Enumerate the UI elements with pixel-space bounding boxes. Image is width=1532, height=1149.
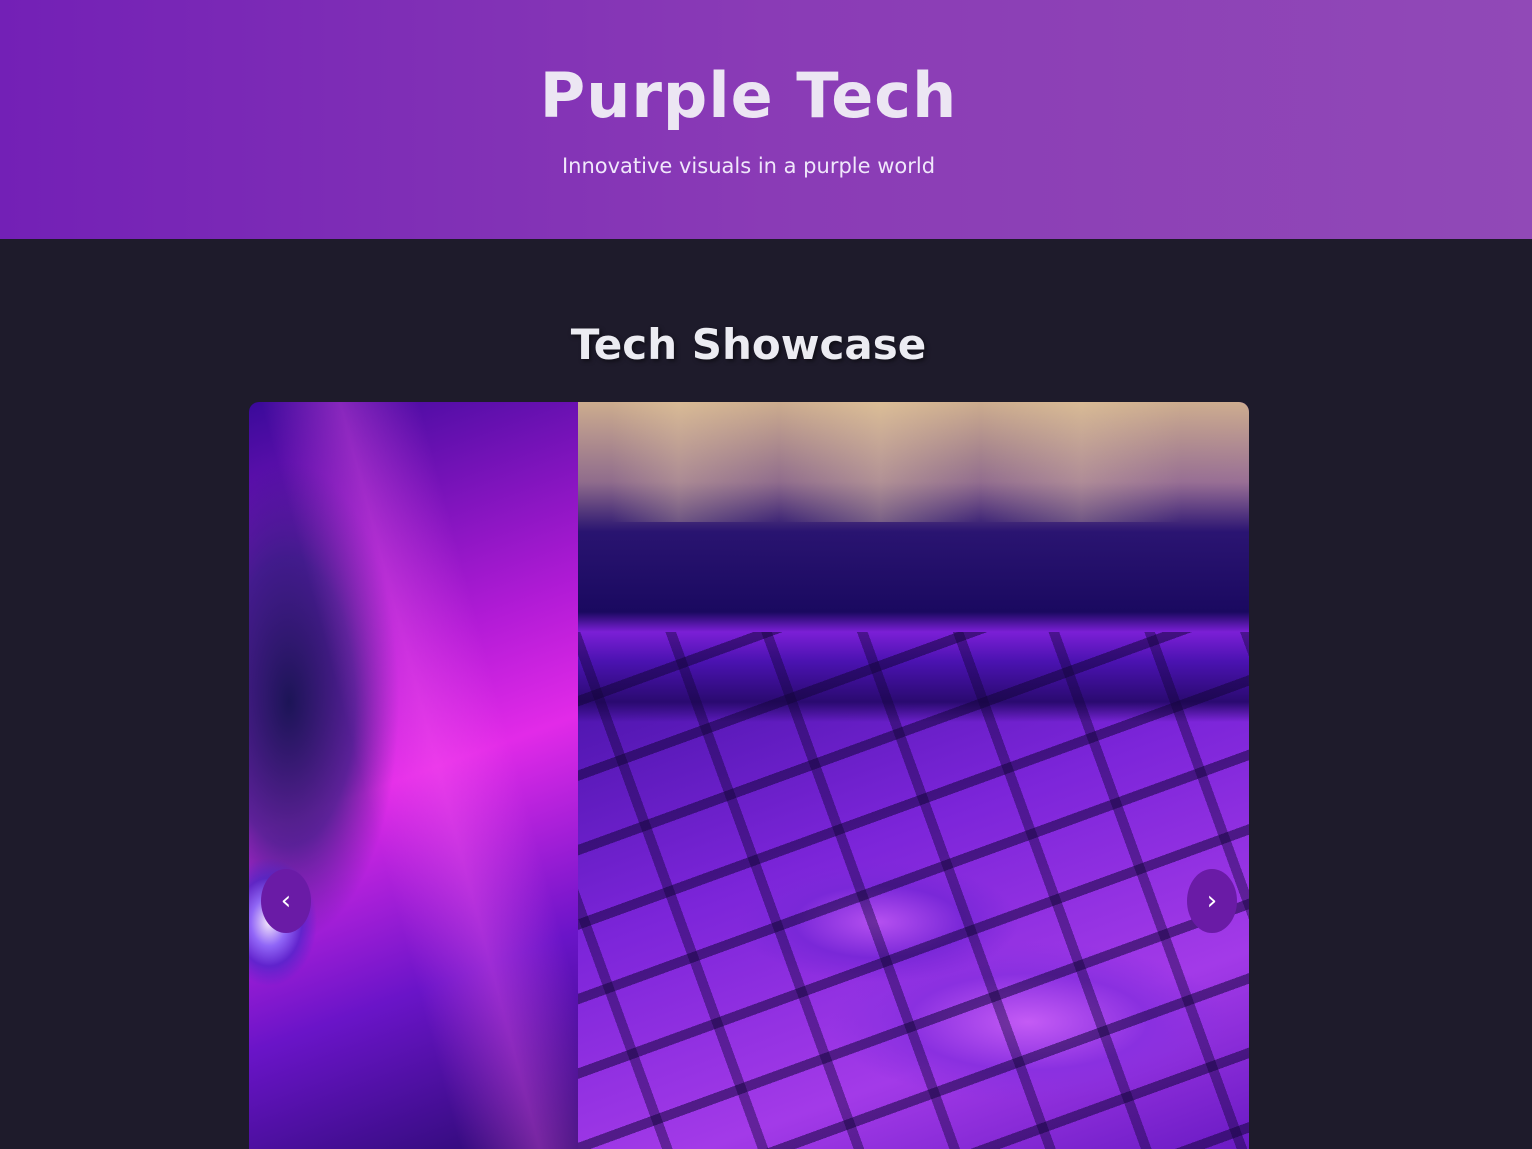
showcase-title: Tech Showcase bbox=[570, 320, 927, 369]
carousel-prev-button[interactable]: ‹ bbox=[261, 869, 311, 933]
carousel-next-button[interactable]: › bbox=[1187, 869, 1237, 933]
carousel-image-keyboard bbox=[578, 402, 1249, 1149]
site-header: Purple Tech Innovative visuals in a purp… bbox=[0, 0, 1532, 239]
site-title: Purple Tech bbox=[539, 59, 958, 132]
image-carousel bbox=[249, 402, 1249, 1149]
site-subtitle: Innovative visuals in a purple world bbox=[561, 154, 936, 178]
carousel-image-headphones bbox=[249, 402, 578, 1149]
